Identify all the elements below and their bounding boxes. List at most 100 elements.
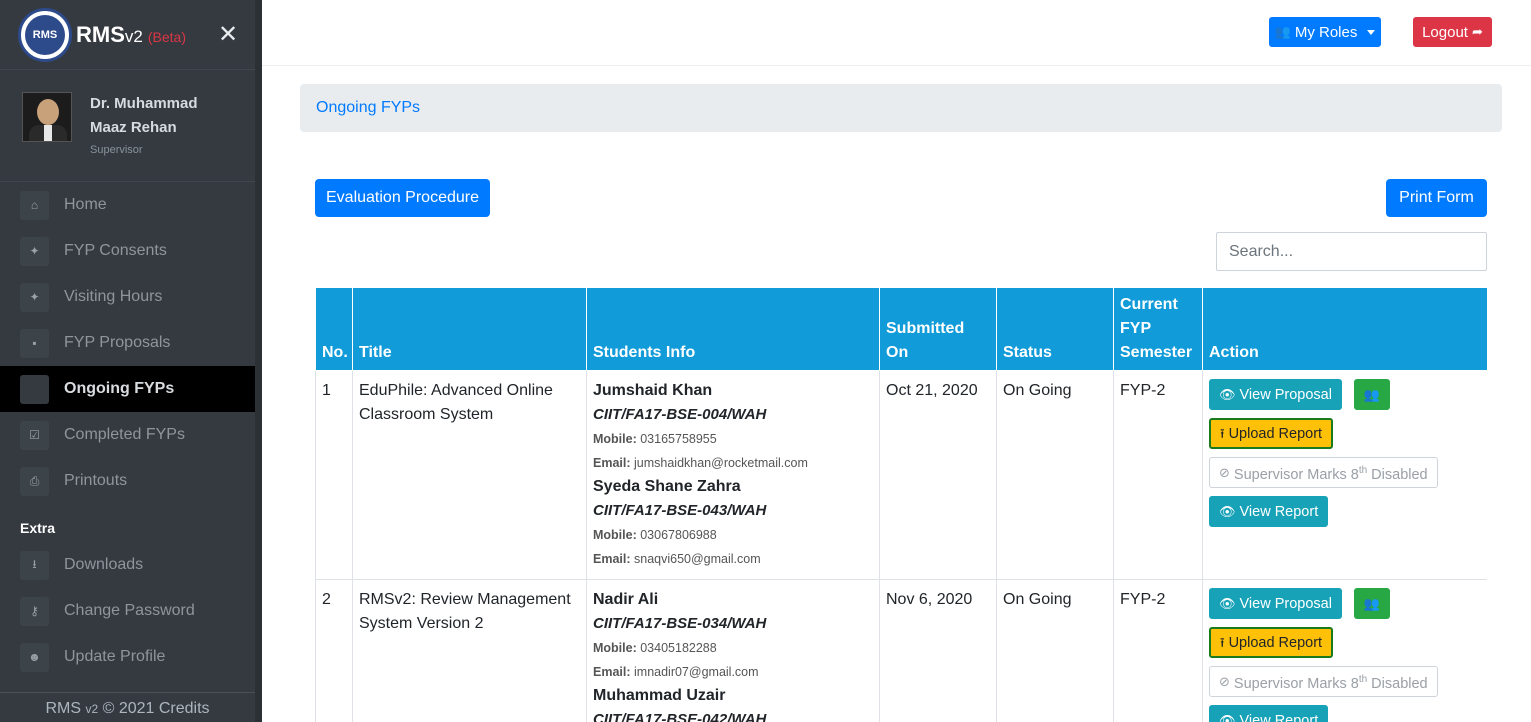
column-header[interactable]: Status [996,287,1114,371]
student-email: Email: jumshaidkhan@rocketmail.com [593,451,873,475]
sidebar-item-update-profile[interactable]: ☻ Update Profile [0,634,255,680]
table-row: 2 RMSv2: Review Management System Version… [315,579,1487,722]
column-header[interactable]: Current FYP Semester [1113,287,1203,371]
user-panel: Dr. Muhammad Maaz Rehan Supervisor [0,70,255,182]
supervisor-marks-button[interactable]: ⊘ Supervisor Marks 8th Disabled [1209,457,1438,488]
upload-icon: ⭱ [1220,634,1225,650]
actions: 👁 View Proposal 👥 ⭱ Upload Report ⊘ Supervisor… [1202,579,1487,722]
view-proposal-label: View Proposal [1239,386,1332,403]
project-title: EduPhile: Advanced Online Classroom Syst… [352,370,587,580]
action-row: ⊘ Supervisor Marks 8th Disabled [1209,457,1481,488]
logo-text: RMS [25,14,65,55]
student-mobile: Mobile: 03405182288 [593,636,873,660]
breadcrumb[interactable]: Ongoing FYPs [300,84,1502,132]
supervisor-marks-suffix: Disabled [1367,675,1428,692]
view-report-label: View Report [1239,712,1319,722]
upload-report-button[interactable]: ⭱ Upload Report [1209,418,1334,449]
mobile-label: Mobile: [593,432,637,446]
status: On Going [996,579,1114,722]
sidebar: RMS RMSv2 (Beta) ✕ Dr. Muhammad Maaz Reha… [0,0,262,722]
brand[interactable]: RMS RMSv2 (Beta) [0,0,255,70]
university-logo: RMS [18,7,72,62]
key-icon: ⚷ [20,596,49,626]
view-report-button[interactable]: 👁 View Report [1209,496,1329,527]
email-value: jumshaidkhan@rocketmail.com [634,456,808,470]
group-members-button[interactable]: 👥 [1353,588,1390,619]
column-header[interactable]: No. [315,287,353,371]
sidebar-item-label: FYP Consents [64,242,167,259]
sidebar-item-change-password[interactable]: ⚷ Change Password [0,588,255,634]
users-icon: 👥 [1363,386,1381,402]
sidebar-item-label: Printouts [64,472,128,489]
download-icon: ⭳ [20,550,49,580]
sidebar-item-fyp-consents[interactable]: ✦ FYP Consents [0,228,255,274]
beta-badge: (Beta) [147,28,186,45]
student-reg-no: CIIT/FA17-BSE-034/WAH [593,615,767,632]
eye-icon: 👁 [1219,595,1236,611]
sign-out-icon: ➦ [1471,24,1483,39]
users-icon: 👥 [1363,595,1381,611]
student-email: Email: snaqvi650@gmail.com [593,547,873,571]
email-label: Email: [593,665,631,679]
topbar: 👥 My Roles Logout ➦ [262,0,1531,66]
sidebar-item-completed-fyps[interactable]: ☑ Completed FYPs [0,412,255,458]
view-proposal-button[interactable]: 👁 View Proposal [1209,588,1342,619]
mobile-value: 03165758955 [640,432,717,446]
upload-report-button[interactable]: ⭱ Upload Report [1209,627,1334,658]
blank-icon [20,374,49,404]
view-proposal-button[interactable]: 👁 View Proposal [1209,379,1342,410]
close-sidebar-icon[interactable]: ✕ [218,20,238,49]
students-info: Nadir Ali CIIT/FA17-BSE-034/WAH Mobile: 03… [586,579,880,722]
supervisor-marks-text: Supervisor Marks 8 [1233,466,1359,483]
brand-title: RMS [76,21,125,47]
column-header[interactable]: Students Info [586,287,880,371]
supervisor-marks-sup: th [1358,464,1368,476]
search-input[interactable] [1216,232,1487,271]
column-header[interactable]: Submitted On [879,287,997,371]
sidebar-item-visiting-hours[interactable]: ✦ Visiting Hours [0,274,255,320]
group-members-button[interactable]: 👥 [1353,379,1390,410]
handshake-icon: ✦ [20,236,49,266]
sidebar-item-label: Completed FYPs [64,426,185,443]
view-report-label: View Report [1239,503,1319,520]
user-info: Dr. Muhammad Maaz Rehan Supervisor [90,92,230,181]
avatar [22,92,72,142]
action-row: 👁 View Proposal 👥 [1209,379,1481,410]
sidebar-footer[interactable]: RMS v2 © 2021 Credits [0,692,255,722]
sidebar-item-ongoing-fyps[interactable]: Ongoing FYPs [0,366,255,412]
sidebar-item-printouts[interactable]: ⎙ Printouts [0,458,255,504]
my-roles-button[interactable]: 👥 My Roles [1269,17,1381,47]
evaluation-procedure-button[interactable]: Evaluation Procedure [315,179,490,217]
column-header[interactable]: Title [352,287,587,371]
student-mobile: Mobile: 03067806988 [593,523,873,547]
footer-credits: © 2021 Credits [98,700,210,717]
supervisor-marks-label: Supervisor Marks 8th Disabled [1234,668,1428,696]
logout-label: Logout [1422,23,1468,41]
check-square-icon: ☑ [20,420,49,450]
action-row: 👁 View Proposal 👥 [1209,588,1481,619]
supervisor-marks-button[interactable]: ⊘ Supervisor Marks 8th Disabled [1209,666,1438,697]
email-value: imnadir07@gmail.com [634,665,759,679]
logout-button[interactable]: Logout ➦ [1413,17,1492,47]
student-email: Email: imnadir07@gmail.com [593,660,873,684]
footer-prefix: RMS [45,700,86,717]
student-reg-no: CIIT/FA17-BSE-043/WAH [593,502,767,519]
students-info: Jumshaid Khan CIIT/FA17-BSE-004/WAH Mobile… [586,370,880,580]
view-report-button[interactable]: 👁 View Report [1209,705,1329,722]
column-header[interactable]: Action [1202,287,1487,371]
print-form-button[interactable]: Print Form [1386,179,1487,217]
sidebar-item-fyp-proposals[interactable]: ▪ FYP Proposals [0,320,255,366]
sidebar-item-downloads[interactable]: ⭳ Downloads [0,542,255,588]
table-header-row: No. Title Students Info Submitted On Status C… [315,287,1487,371]
sidebar-item-home[interactable]: ⌂ Home [0,182,255,228]
sidebar-item-label: Visiting Hours [64,288,163,305]
eye-icon: 👁 [1219,712,1236,722]
sidebar-item-label: Ongoing FYPs [64,380,175,397]
sidebar-item-label: Change Password [64,602,195,619]
student-name: Syeda Shane Zahra [593,478,741,495]
fyp-table: No. Title Students Info Submitted On Status C… [315,287,1487,722]
home-icon: ⌂ [20,190,49,220]
print-icon: ⎙ [20,466,49,496]
sidebar-nav: ⌂ Home ✦ FYP Consents ✦ Visiting Hours ▪ FYP Pr… [0,182,255,504]
student-mobile: Mobile: 03165758955 [593,427,873,451]
